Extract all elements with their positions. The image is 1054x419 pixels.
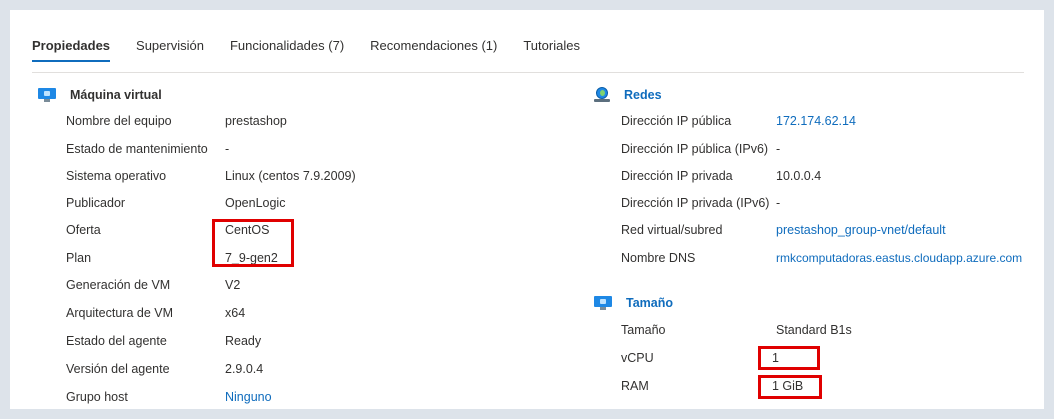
tab-supervision[interactable]: Supervisión bbox=[136, 38, 204, 62]
network-icon bbox=[594, 87, 610, 103]
tab-bar: Propiedades Supervisión Funcionalidades … bbox=[32, 38, 606, 62]
vm-label-so: Sistema operativo bbox=[66, 169, 167, 183]
net-value-ip-publica-link[interactable]: 172.174.62.14 bbox=[776, 114, 856, 128]
monitor-icon bbox=[38, 88, 56, 102]
net-label-ip-privada-ipv6: Dirección IP privada (IPv6) bbox=[621, 196, 770, 210]
network-section-title: Redes bbox=[624, 88, 662, 102]
highlight-box-vcpu bbox=[758, 346, 820, 370]
net-value-dns-link[interactable]: rmkcomputadoras.eastus.cloudapp.azure.co… bbox=[776, 251, 1022, 265]
vm-section-title: Máquina virtual bbox=[70, 88, 162, 102]
highlight-box-offer-plan bbox=[212, 219, 294, 267]
vm-label-estado-agente: Estado del agente bbox=[66, 334, 167, 348]
tab-propiedades[interactable]: Propiedades bbox=[32, 38, 111, 62]
net-label-ip-privada: Dirección IP privada bbox=[621, 169, 733, 183]
properties-panel: Propiedades Supervisión Funcionalidades … bbox=[10, 10, 1044, 409]
vm-label-version-agente: Versión del agente bbox=[66, 362, 170, 376]
size-label-vcpu: vCPU bbox=[621, 351, 654, 365]
vm-value-arquitectura: x64 bbox=[225, 306, 246, 320]
vm-label-plan: Plan bbox=[66, 251, 92, 265]
net-value-ip-privada: 10.0.0.4 bbox=[776, 169, 822, 183]
network-section-header: Redes bbox=[594, 87, 662, 103]
net-label-red-virtual: Red virtual/subred bbox=[621, 223, 723, 237]
size-value-tamano: Standard B1s bbox=[776, 323, 852, 337]
net-value-ip-privada-ipv6: - bbox=[776, 196, 781, 210]
highlight-box-ram bbox=[758, 375, 822, 399]
net-value-ip-publica-ipv6: - bbox=[776, 142, 781, 156]
tab-funcionalidades[interactable]: Funcionalidades (7) bbox=[230, 38, 344, 62]
size-label-ram: RAM bbox=[621, 379, 649, 393]
vm-label-arquitectura: Arquitectura de VM bbox=[66, 306, 173, 320]
vm-label-mantenimiento: Estado de mantenimiento bbox=[66, 142, 208, 156]
size-label-tamano: Tamaño bbox=[621, 323, 666, 337]
net-value-red-virtual-link[interactable]: prestashop_group-vnet/default bbox=[776, 223, 946, 237]
vm-value-publicador: OpenLogic bbox=[225, 196, 286, 210]
tab-divider bbox=[32, 72, 1024, 73]
net-label-ip-publica-ipv6: Dirección IP pública (IPv6) bbox=[621, 142, 769, 156]
size-section-title: Tamaño bbox=[626, 296, 673, 310]
vm-value-mantenimiento: - bbox=[225, 142, 230, 156]
net-label-ip-publica: Dirección IP pública bbox=[621, 114, 732, 128]
vm-value-nombre: prestashop bbox=[225, 114, 287, 128]
vm-value-generacion: V2 bbox=[225, 278, 241, 292]
tab-recomendaciones[interactable]: Recomendaciones (1) bbox=[370, 38, 497, 62]
vm-label-publicador: Publicador bbox=[66, 196, 126, 210]
vm-value-estado-agente: Ready bbox=[225, 334, 262, 348]
tab-tutoriales[interactable]: Tutoriales bbox=[523, 38, 580, 62]
vm-value-so: Linux (centos 7.9.2009) bbox=[225, 169, 356, 183]
vm-label-oferta: Oferta bbox=[66, 223, 101, 237]
vm-label-grupo-host: Grupo host bbox=[66, 390, 128, 404]
vm-section-header: Máquina virtual bbox=[38, 88, 162, 102]
vm-label-nombre: Nombre del equipo bbox=[66, 114, 172, 128]
vm-value-grupo-host-link[interactable]: Ninguno bbox=[225, 390, 272, 404]
net-label-dns: Nombre DNS bbox=[621, 251, 696, 265]
vm-value-version-agente: 2.9.0.4 bbox=[225, 362, 264, 376]
size-section-header: Tamaño bbox=[594, 296, 673, 310]
vm-label-generacion: Generación de VM bbox=[66, 278, 171, 292]
monitor-icon bbox=[594, 296, 612, 310]
